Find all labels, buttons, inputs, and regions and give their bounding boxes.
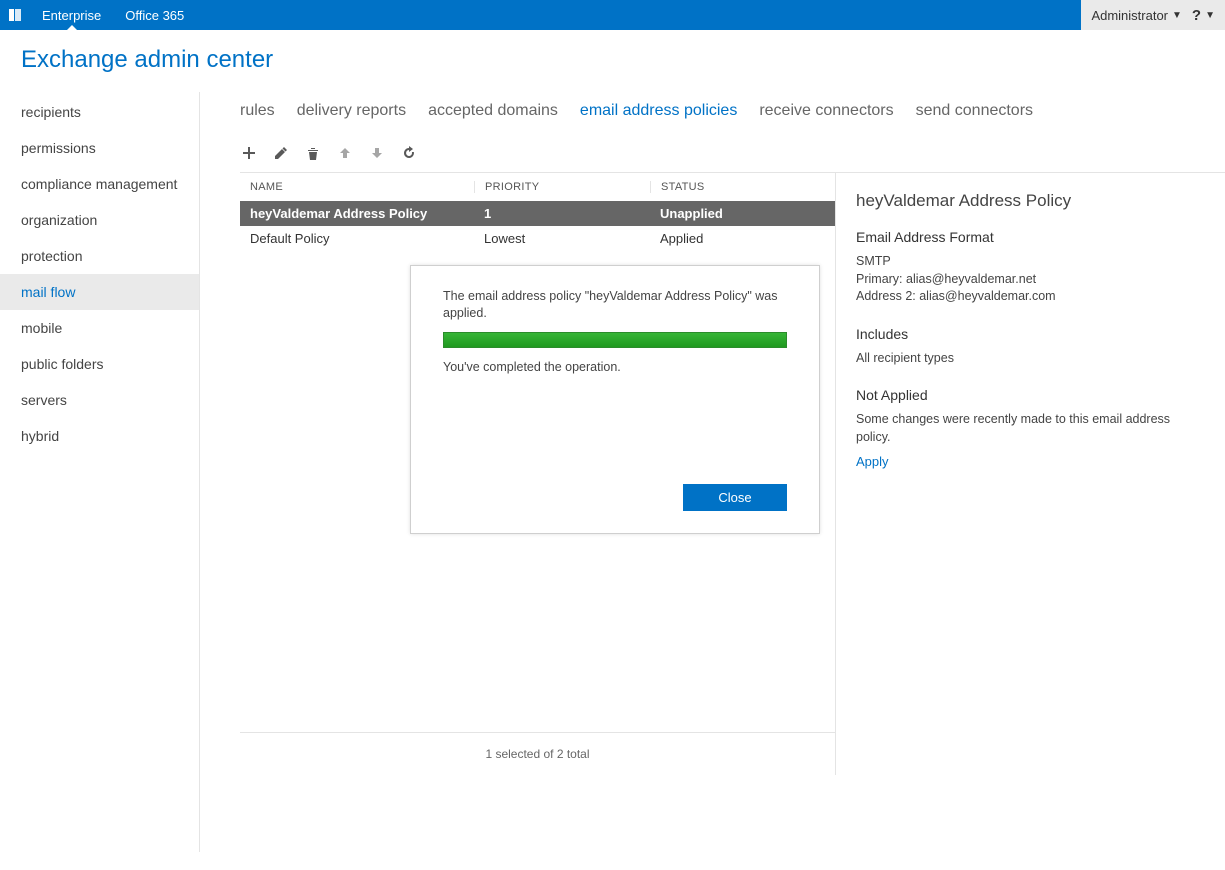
- cell-name: heyValdemar Address Policy: [240, 206, 474, 221]
- top-link-enterprise[interactable]: Enterprise: [30, 0, 113, 30]
- move-down-button[interactable]: [368, 144, 386, 162]
- sidebar-item-mobile[interactable]: mobile: [0, 310, 199, 346]
- cell-status: Applied: [650, 231, 835, 246]
- sidebar-item-compliance-management[interactable]: compliance management: [0, 166, 199, 202]
- sidebar-item-organization[interactable]: organization: [0, 202, 199, 238]
- layout: recipientspermissionscompliance manageme…: [0, 92, 1225, 852]
- cell-priority: Lowest: [474, 231, 650, 246]
- sidebar-item-recipients[interactable]: recipients: [0, 94, 199, 130]
- detail-notapplied-block: Not Applied Some changes were recently m…: [856, 387, 1205, 469]
- caret-down-icon: ▼: [1172, 10, 1182, 21]
- col-header-name[interactable]: NAME: [240, 181, 474, 193]
- progress-bar: [443, 332, 787, 348]
- detail-format-block: Email Address Format SMTP Primary: alias…: [856, 229, 1205, 306]
- sidebar-item-mail-flow[interactable]: mail flow: [0, 274, 199, 310]
- tab-rules[interactable]: rules: [240, 102, 275, 120]
- detail-includes-header: Includes: [856, 326, 1205, 342]
- top-link-label: Enterprise: [42, 8, 101, 23]
- dialog-completed: You've completed the operation.: [443, 360, 787, 374]
- topbar-right: Administrator ▼ ? ▼: [1081, 0, 1225, 30]
- top-link-label: Office 365: [125, 8, 184, 23]
- detail-includes-block: Includes All recipient types: [856, 326, 1205, 368]
- selection-status: 1 selected of 2 total: [240, 733, 835, 775]
- content-wrap: NAME PRIORITY STATUS heyValdemar Address…: [240, 172, 1225, 775]
- help-menu[interactable]: ? ▼: [1192, 7, 1215, 24]
- cell-priority: 1: [474, 206, 650, 221]
- detail-format-header: Email Address Format: [856, 229, 1205, 245]
- detail-smtp: SMTP: [856, 253, 1205, 271]
- close-button[interactable]: Close: [683, 484, 787, 511]
- col-header-priority[interactable]: PRIORITY: [474, 181, 650, 193]
- tab-delivery-reports[interactable]: delivery reports: [297, 102, 406, 120]
- tab-email-address-policies[interactable]: email address policies: [580, 102, 737, 120]
- topbar-left: Enterprise Office 365: [0, 0, 196, 30]
- dialog-message: The email address policy "heyValdemar Ad…: [443, 288, 787, 322]
- sidebar-item-servers[interactable]: servers: [0, 382, 199, 418]
- progress-dialog: The email address policy "heyValdemar Ad…: [410, 265, 820, 534]
- help-icon: ?: [1192, 7, 1201, 24]
- subtabs: rules delivery reports accepted domains ema…: [200, 92, 1225, 144]
- sidebar-item-hybrid[interactable]: hybrid: [0, 418, 199, 454]
- apply-link[interactable]: Apply: [856, 454, 889, 469]
- detail-title: heyValdemar Address Policy: [856, 191, 1205, 211]
- refresh-button[interactable]: [400, 144, 418, 162]
- main: rules delivery reports accepted domains ema…: [200, 92, 1225, 852]
- grid-area: NAME PRIORITY STATUS heyValdemar Address…: [240, 173, 835, 733]
- topbar: Enterprise Office 365 Administrator ▼ ? …: [0, 0, 1225, 30]
- toolbar: [200, 144, 1225, 172]
- cell-name: Default Policy: [240, 231, 474, 246]
- user-name: Administrator: [1091, 8, 1168, 23]
- grid-body: heyValdemar Address Policy1UnappliedDefa…: [240, 201, 835, 251]
- move-up-button[interactable]: [336, 144, 354, 162]
- detail-address2: Address 2: alias@heyvaldemar.com: [856, 288, 1205, 306]
- sidebar-item-permissions[interactable]: permissions: [0, 130, 199, 166]
- office-app-icon[interactable]: [0, 0, 30, 30]
- table-row[interactable]: Default PolicyLowestApplied: [240, 226, 835, 251]
- detail-primary: Primary: alias@heyvaldemar.net: [856, 271, 1205, 289]
- detail-notapplied-text: Some changes were recently made to this …: [856, 411, 1205, 446]
- page-title: Exchange admin center: [0, 30, 1225, 92]
- sidebar-item-public-folders[interactable]: public folders: [0, 346, 199, 382]
- add-button[interactable]: [240, 144, 258, 162]
- caret-down-icon: ▼: [1205, 10, 1215, 21]
- edit-button[interactable]: [272, 144, 290, 162]
- col-header-status[interactable]: STATUS: [650, 181, 835, 193]
- tab-accepted-domains[interactable]: accepted domains: [428, 102, 558, 120]
- dialog-actions: Close: [443, 484, 787, 511]
- delete-button[interactable]: [304, 144, 322, 162]
- tab-receive-connectors[interactable]: receive connectors: [759, 102, 893, 120]
- user-menu[interactable]: Administrator ▼: [1091, 8, 1181, 23]
- detail-includes-text: All recipient types: [856, 350, 1205, 368]
- tab-send-connectors[interactable]: send connectors: [916, 102, 1033, 120]
- sidebar-item-protection[interactable]: protection: [0, 238, 199, 274]
- top-link-office365[interactable]: Office 365: [113, 0, 196, 30]
- grid-header: NAME PRIORITY STATUS: [240, 173, 835, 201]
- detail-pane: heyValdemar Address Policy Email Address…: [835, 173, 1225, 775]
- grid-column: NAME PRIORITY STATUS heyValdemar Address…: [240, 173, 835, 775]
- cell-status: Unapplied: [650, 206, 835, 221]
- detail-notapplied-header: Not Applied: [856, 387, 1205, 403]
- table-row[interactable]: heyValdemar Address Policy1Unapplied: [240, 201, 835, 226]
- sidebar: recipientspermissionscompliance manageme…: [0, 92, 200, 852]
